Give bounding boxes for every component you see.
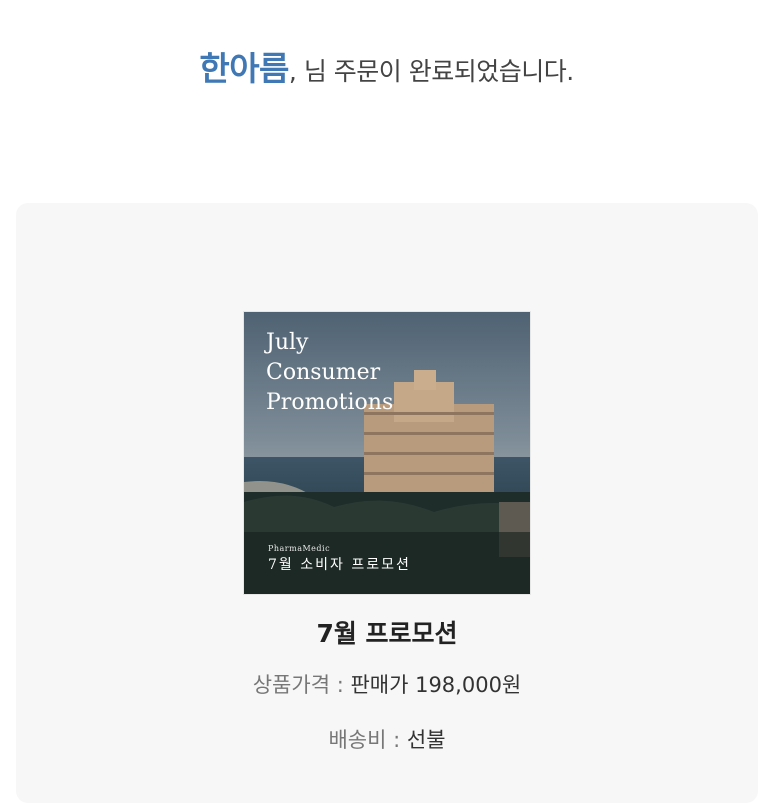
product-name[interactable]: 7월 프로모션 bbox=[16, 614, 758, 650]
price-row: 상품가격 : 판매가 198,000원 bbox=[16, 669, 758, 699]
image-small-caption: PharmaMedic bbox=[268, 544, 331, 553]
image-title-line-2: Consumer bbox=[266, 360, 381, 385]
image-title: July Consumer Promotions bbox=[266, 328, 393, 418]
image-title-line-1: July bbox=[266, 330, 309, 355]
shipping-label: 배송비 : bbox=[328, 728, 407, 752]
price-label: 상품가격 : bbox=[252, 673, 351, 697]
customer-name: 한아름 bbox=[199, 49, 289, 88]
order-complete-message: , 님 주문이 완료되었습니다. bbox=[288, 57, 574, 86]
product-image[interactable]: July Consumer Promotions PharmaMedic 7월 … bbox=[243, 311, 531, 595]
price-value: 판매가 198,000원 bbox=[350, 673, 522, 697]
image-korean-caption: 7월 소비자 프로모션 bbox=[268, 557, 411, 573]
order-complete-heading: 한아름, 님 주문이 완료되었습니다. bbox=[0, 42, 773, 90]
shipping-value: 선불 bbox=[406, 728, 446, 752]
image-title-line-3: Promotions bbox=[266, 390, 394, 415]
shipping-row: 배송비 : 선불 bbox=[16, 724, 758, 754]
order-product-card: July Consumer Promotions PharmaMedic 7월 … bbox=[16, 203, 758, 803]
